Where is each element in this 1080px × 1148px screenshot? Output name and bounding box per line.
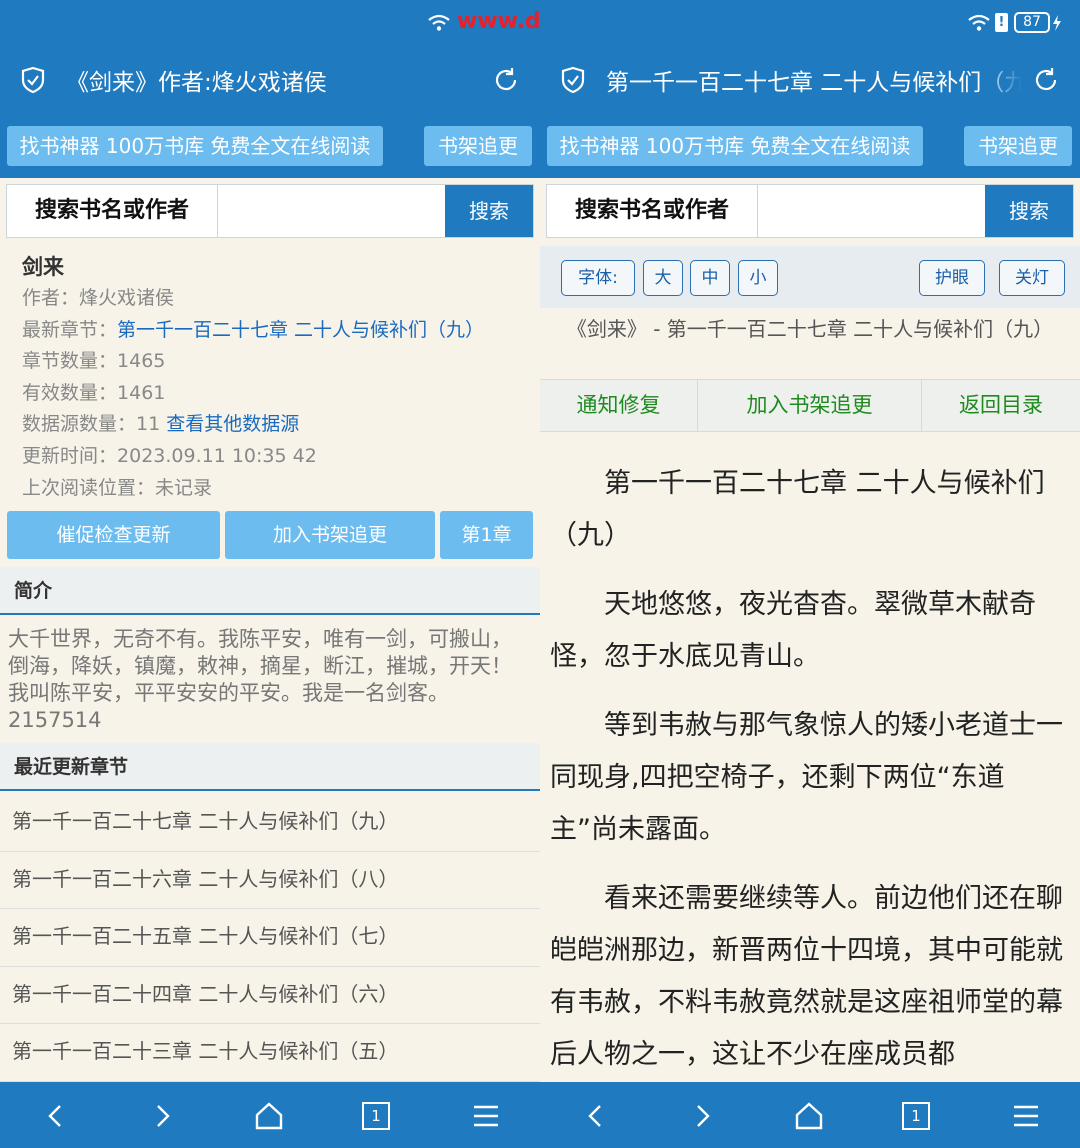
- add-to-shelf-button[interactable]: 加入书架追更: [698, 380, 922, 431]
- promo-button[interactable]: 找书神器 100万书库 免费全文在线阅读: [7, 126, 383, 166]
- search-button[interactable]: 搜索: [445, 185, 533, 237]
- search-input[interactable]: [758, 185, 985, 237]
- battery-indicator: 87: [1014, 12, 1050, 33]
- tabs-button[interactable]: 1: [902, 1102, 930, 1130]
- back-to-toc-button[interactable]: 返回目录: [922, 380, 1080, 431]
- bottom-nav: 1: [0, 1082, 540, 1148]
- sources-row: 数据源数量：11 查看其他数据源: [22, 409, 484, 441]
- bottom-nav: 1: [540, 1082, 1080, 1148]
- app-bar: 《剑来》作者:烽火戏诸侯: [0, 46, 540, 114]
- eye-care-button[interactable]: 护眼: [919, 260, 985, 296]
- chapter-content: 第一千一百二十七章 二十人与候补们（九） 天地悠悠，夜光杳杳。翠微草木献奇怪，忽…: [550, 458, 1072, 1098]
- add-to-shelf-button[interactable]: 加入书架追更: [225, 511, 435, 559]
- forward-icon[interactable]: [146, 1100, 178, 1132]
- lastread-row: 上次阅读位置：未记录: [22, 473, 484, 505]
- shield-check-icon[interactable]: [558, 65, 588, 95]
- first-chapter-button[interactable]: 第1章: [440, 511, 533, 559]
- font-label: 字体:: [561, 260, 635, 296]
- urge-update-button[interactable]: 催促检查更新: [7, 511, 220, 559]
- list-item[interactable]: 第一千一百二十七章 二十人与候补们（九）: [0, 794, 540, 852]
- font-large-button[interactable]: 大: [643, 260, 683, 296]
- list-item[interactable]: 第一千一百二十三章 二十人与候补们（五）: [0, 1024, 540, 1082]
- font-small-button[interactable]: 小: [738, 260, 778, 296]
- count-value: 1465: [117, 350, 166, 373]
- search-bar: 搜索书名或作者 搜索: [6, 184, 534, 238]
- search-label: 搜索书名或作者: [547, 185, 758, 237]
- menu-icon[interactable]: [1010, 1100, 1042, 1132]
- shield-check-icon[interactable]: [18, 65, 48, 95]
- watermark: www.dgrai.com: [457, 9, 540, 34]
- bookshelf-button[interactable]: 书架追更: [424, 126, 532, 166]
- home-icon[interactable]: [253, 1100, 285, 1132]
- forward-icon[interactable]: [686, 1100, 718, 1132]
- battery-level: 87: [1023, 14, 1041, 30]
- chapter-list: 第一千一百二十七章 二十人与候补们（九） 第一千一百二十六章 二十人与候补们（八…: [0, 794, 540, 1082]
- paragraph: 等到韦赦与那气象惊人的矮小老道士一同现身,四把空椅子，还剩下两位“东道主”尚未露…: [550, 710, 1063, 845]
- book-detail-pane: www.dgrai.com 《剑来》作者:烽火戏诸侯 找书神器 100万书库 免…: [0, 0, 540, 1148]
- book-name: 剑来: [22, 255, 64, 279]
- home-icon[interactable]: [793, 1100, 825, 1132]
- valid-value: 1461: [117, 381, 166, 404]
- recent-heading: 最近更新章节: [0, 743, 540, 791]
- updated-value: 2023.09.11 10:35 42: [117, 444, 317, 467]
- latest-chapter-link[interactable]: 第一千一百二十七章 二十人与候补们（九）: [117, 319, 484, 341]
- valid-label: 有效数量：: [22, 381, 118, 404]
- promo-button[interactable]: 找书神器 100万书库 免费全文在线阅读: [547, 126, 923, 166]
- paragraph: 看来还需要继续等人。前边他们还在聊皑皑洲那边，新晋两位十四境，其中可能就有韦赦，…: [550, 883, 1063, 1070]
- app-bar: 第一千一百二十七章 二十人与候补们（九: [540, 46, 1080, 114]
- chapter-title: 《剑来》 - 第一千一百二十七章 二十人与候补们（九）: [566, 317, 1054, 341]
- latest-label: 最新章节：: [22, 318, 118, 341]
- updated-label: 更新时间：: [22, 444, 118, 467]
- status-bar: www.dgrai.com: [0, 0, 540, 46]
- search-bar: 搜索书名或作者 搜索: [546, 184, 1074, 238]
- other-sources-link[interactable]: 查看其他数据源: [166, 413, 299, 435]
- promo-bar: 找书神器 100万书库 免费全文在线阅读 书架追更: [0, 114, 540, 178]
- notify-fix-button[interactable]: 通知修复: [540, 380, 698, 431]
- search-input[interactable]: [218, 185, 445, 237]
- wifi-icon: [968, 14, 990, 31]
- back-icon[interactable]: [40, 1100, 72, 1132]
- font-medium-button[interactable]: 中: [690, 260, 730, 296]
- menu-icon[interactable]: [470, 1100, 502, 1132]
- alert-icon: !: [995, 13, 1008, 32]
- search-button[interactable]: 搜索: [985, 185, 1073, 237]
- updated-row: 更新时间：2023.09.11 10:35 42: [22, 441, 484, 473]
- page-title: 第一千一百二十七章 二十人与候补们（九: [606, 70, 1022, 96]
- sources-value: 11: [136, 413, 161, 436]
- refresh-icon[interactable]: [492, 66, 520, 94]
- reader-pane: ! 87 第一千一百二十七章 二十人与候补们（九 找书神器 100万书库 免费全…: [540, 0, 1080, 1148]
- status-bar: ! 87: [540, 0, 1080, 46]
- author-label: 作者：: [22, 287, 80, 309]
- refresh-icon[interactable]: [1032, 66, 1060, 94]
- search-label: 搜索书名或作者: [7, 185, 218, 237]
- intro-heading: 简介: [0, 567, 540, 615]
- promo-bar: 找书神器 100万书库 免费全文在线阅读 书架追更: [540, 114, 1080, 178]
- lights-off-button[interactable]: 关灯: [999, 260, 1065, 296]
- bookshelf-button[interactable]: 书架追更: [964, 126, 1072, 166]
- page-title: 《剑来》作者:烽火戏诸侯: [66, 70, 327, 96]
- paragraph: 第一千一百二十七章 二十人与候补们（九）: [550, 468, 1045, 551]
- count-row: 章节数量：1465: [22, 346, 484, 378]
- book-info: 剑来 作者：烽火戏诸侯 最新章节：第一千一百二十七章 二十人与候补们（九） 章节…: [22, 252, 484, 504]
- chapter-actions: 通知修复 加入书架追更 返回目录: [540, 379, 1080, 432]
- charging-icon: [1053, 15, 1061, 31]
- count-label: 章节数量：: [22, 350, 118, 373]
- list-item[interactable]: 第一千一百二十五章 二十人与候补们（七）: [0, 909, 540, 967]
- sources-label: 数据源数量：: [22, 413, 137, 436]
- wifi-icon: [428, 14, 450, 31]
- lastread-label: 上次阅读位置：: [22, 476, 156, 499]
- paragraph: 天地悠悠，夜光杳杳。翠微草木献奇怪，忽于水底见青山。: [550, 589, 1036, 672]
- latest-row: 最新章节：第一千一百二十七章 二十人与候补们（九）: [22, 315, 484, 347]
- list-item[interactable]: 第一千一百二十四章 二十人与候补们（六）: [0, 966, 540, 1025]
- list-item[interactable]: 第一千一百二十六章 二十人与候补们（八）: [0, 851, 540, 910]
- tabs-button[interactable]: 1: [362, 1102, 390, 1130]
- author-value: 烽火戏诸侯: [79, 287, 175, 309]
- valid-row: 有效数量：1461: [22, 378, 484, 410]
- intro-text: 大千世界，无奇不有。我陈平安，唯有一剑，可搬山，倒海，降妖，镇魔，敕神，摘星，断…: [8, 627, 512, 732]
- lastread-value: 未记录: [155, 476, 213, 499]
- author-row: 作者：烽火戏诸侯: [22, 283, 484, 315]
- back-icon[interactable]: [580, 1100, 612, 1132]
- reader-toolbar: 字体: 大 中 小 护眼 关灯: [540, 246, 1080, 308]
